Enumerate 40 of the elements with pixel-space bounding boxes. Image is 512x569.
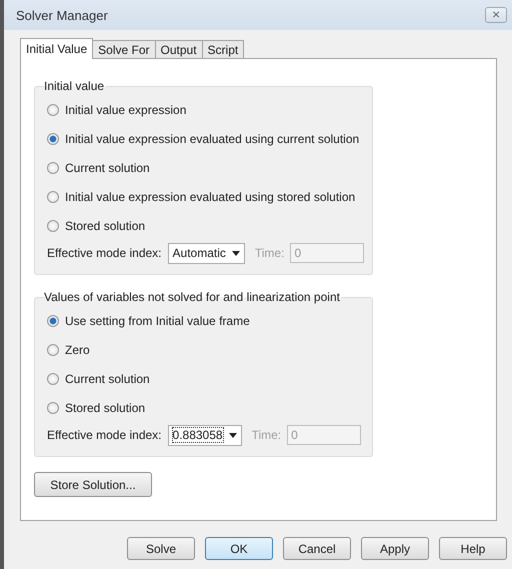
close-button[interactable]: ⨯ xyxy=(485,7,507,23)
tab[interactable]: Initial Value xyxy=(20,38,94,59)
radio-label[interactable]: Initial value expression evaluated using current solution xyxy=(65,132,360,146)
radio-button[interactable] xyxy=(47,132,59,144)
field-label: Time: xyxy=(254,246,284,260)
field-label: Time: xyxy=(252,428,282,442)
window-title: Solver Manager xyxy=(16,8,108,22)
radio-button[interactable] xyxy=(47,190,59,202)
field-label: Effective mode index: xyxy=(47,246,162,260)
radio-button[interactable] xyxy=(47,104,59,116)
caret-icon xyxy=(228,432,237,438)
radio-label[interactable]: Initial value expression evaluated using stored solution xyxy=(65,190,356,204)
dialog-button[interactable]: Apply xyxy=(361,537,429,560)
dialog-button[interactable]: Solve xyxy=(127,537,195,560)
radio-label[interactable]: Use setting from Initial value frame xyxy=(65,314,250,328)
tab[interactable]: Script xyxy=(202,40,244,58)
radio-button[interactable] xyxy=(47,314,59,326)
radio-button[interactable] xyxy=(47,162,59,174)
radio-label[interactable]: Stored solution xyxy=(65,218,146,232)
store-solution-button[interactable]: Store Solution... xyxy=(34,472,152,497)
tab[interactable]: Output xyxy=(154,40,203,58)
radio-button[interactable] xyxy=(47,220,59,232)
mode-dropdown[interactable]: 0.883058 xyxy=(168,424,242,446)
radio-button[interactable] xyxy=(47,402,59,414)
mode-dropdown[interactable]: Automatic xyxy=(168,242,245,264)
radio-label[interactable]: Current solution xyxy=(65,160,150,174)
tab[interactable]: Solve For xyxy=(92,40,156,58)
field-label: Effective mode index: xyxy=(47,428,162,442)
radio-label[interactable]: Initial value expression xyxy=(65,102,186,116)
radio-label[interactable]: Current solution xyxy=(65,372,150,386)
group-title: Initial value xyxy=(44,79,106,93)
dialog-button[interactable]: Cancel xyxy=(283,537,351,560)
group-title: Values of variables not solved for and linearization point xyxy=(44,290,341,304)
radio-label[interactable]: Zero xyxy=(65,342,90,356)
radio-button[interactable] xyxy=(47,344,59,356)
dialog-button[interactable]: Help xyxy=(439,537,507,560)
radio-button[interactable] xyxy=(47,372,59,384)
caret-icon xyxy=(232,250,240,256)
dialog-button[interactable]: OK xyxy=(205,537,273,560)
radio-label[interactable]: Stored solution xyxy=(65,400,146,414)
